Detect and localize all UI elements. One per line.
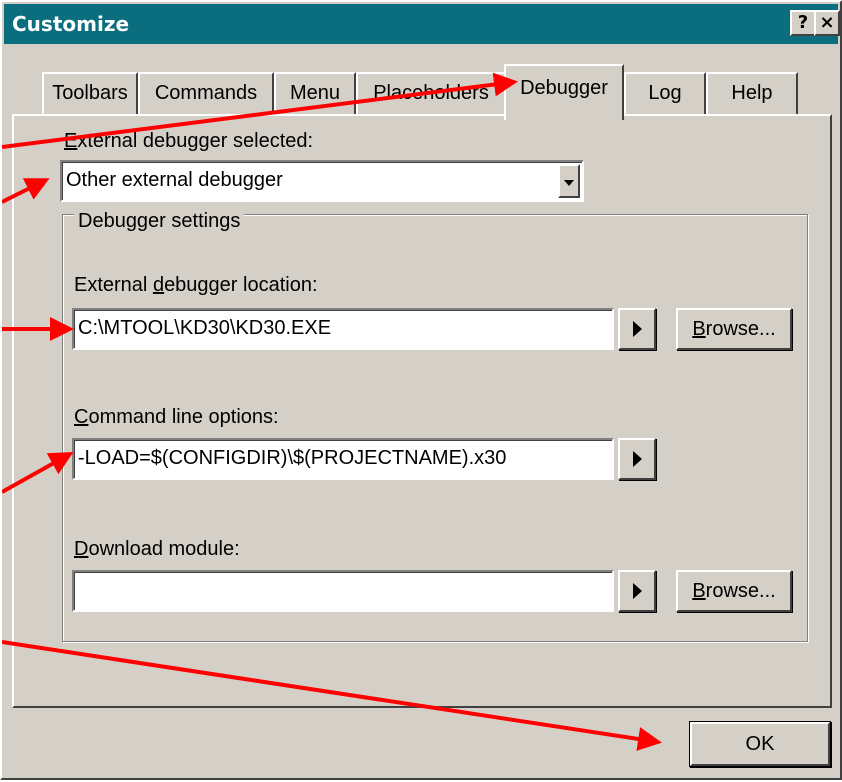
command-line-input[interactable]: -LOAD=$(CONFIGDIR)\$(PROJECTNAME).x30 xyxy=(72,438,614,480)
arrow-right-icon xyxy=(633,583,642,599)
command-line-label: Command line options: xyxy=(74,406,279,428)
cmdline-insert-button[interactable] xyxy=(618,438,656,480)
window-title: Customize xyxy=(12,12,130,36)
dropdown-button[interactable] xyxy=(558,164,580,198)
external-debugger-select[interactable]: Other external debugger xyxy=(60,160,584,202)
help-button[interactable]: ? xyxy=(790,10,816,36)
close-button[interactable]: × xyxy=(814,10,840,36)
debugger-location-label: External debugger location: xyxy=(74,274,318,296)
tab-commands[interactable]: Commands xyxy=(138,72,274,116)
ok-button[interactable]: OK xyxy=(690,722,830,766)
external-debugger-label: External debugger selected: xyxy=(64,130,314,152)
tab-log[interactable]: Log xyxy=(624,72,706,116)
download-insert-button[interactable] xyxy=(618,570,656,612)
title-bar: Customize ? × xyxy=(4,4,840,44)
arrow-right-icon xyxy=(633,321,642,337)
arrow-right-icon xyxy=(633,451,642,467)
tab-toolbars[interactable]: Toolbars xyxy=(42,72,138,116)
chevron-down-icon xyxy=(564,180,574,186)
download-module-input[interactable] xyxy=(72,570,614,612)
download-module-label: Download module: xyxy=(74,538,240,560)
location-insert-button[interactable] xyxy=(618,308,656,350)
debugger-settings-title: Debugger settings xyxy=(74,210,245,233)
tab-help[interactable]: Help xyxy=(706,72,798,116)
tab-debugger[interactable]: Debugger xyxy=(504,64,624,120)
customize-dialog: Customize ? × Toolbars Commands Menu Pla… xyxy=(0,0,842,780)
download-browse-button[interactable]: Browse... xyxy=(676,570,792,612)
debugger-location-input[interactable]: C:\MTOOL\KD30\KD30.EXE xyxy=(72,308,614,350)
location-browse-button[interactable]: Browse... xyxy=(676,308,792,350)
tab-placeholders[interactable]: Placeholders xyxy=(356,72,506,116)
tab-menu[interactable]: Menu xyxy=(274,72,356,116)
